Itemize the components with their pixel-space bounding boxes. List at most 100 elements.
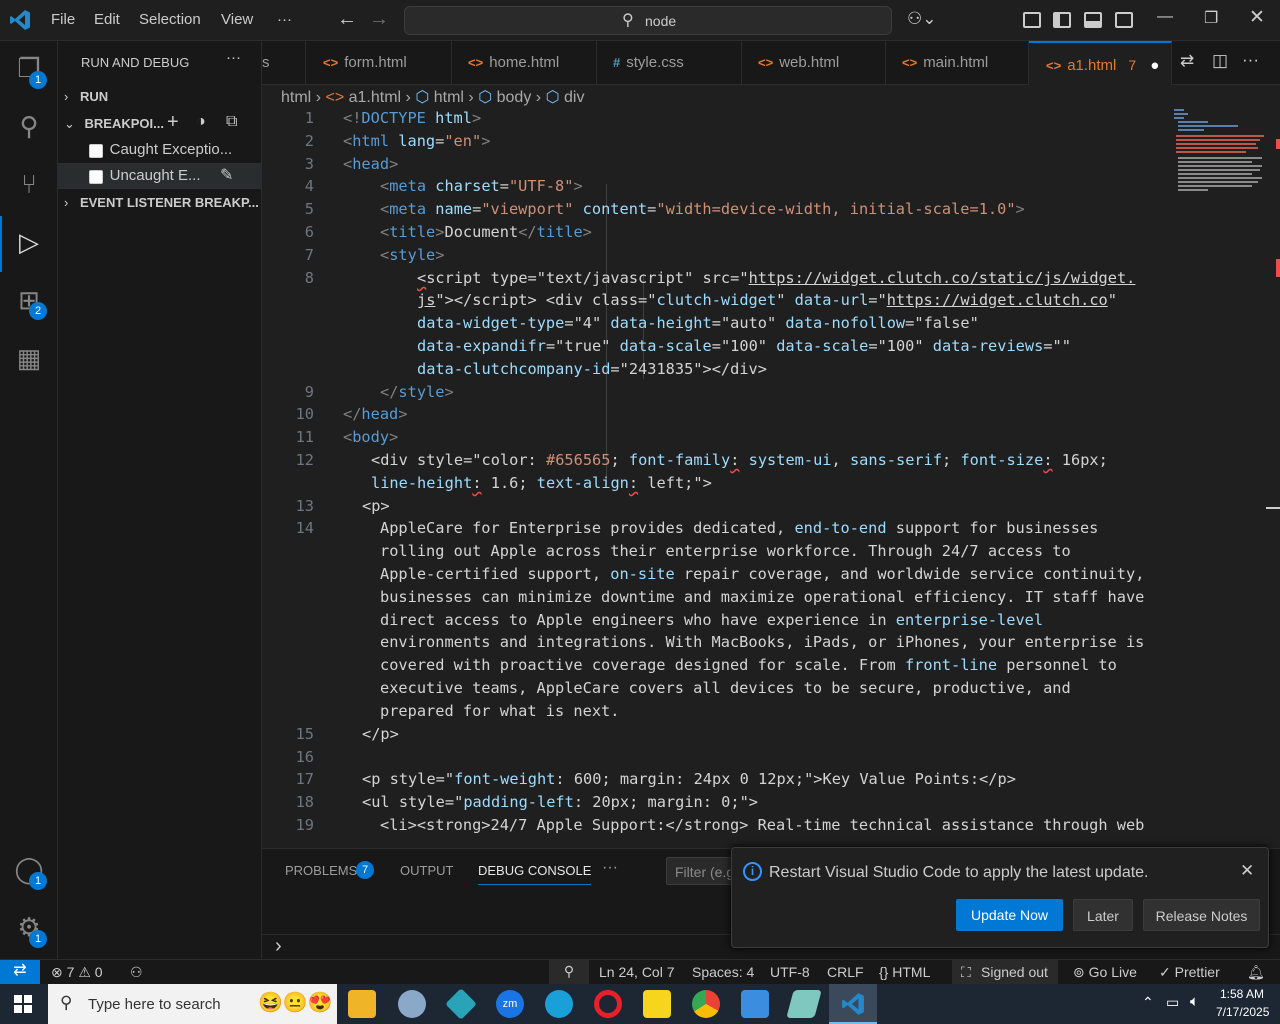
file-explorer-icon[interactable] [348, 990, 376, 1018]
encoding[interactable]: UTF-8 [770, 964, 810, 980]
tab-main-html[interactable]: <> main.html [886, 41, 1029, 85]
menu-more[interactable]: ··· [277, 11, 292, 28]
command-center-search[interactable]: ⚲ node [404, 6, 892, 35]
compare-changes-icon[interactable]: ⇄ [1180, 51, 1194, 71]
tab-output[interactable]: OUTPUT [400, 863, 453, 878]
split-editor-icon[interactable]: ◫ [1212, 51, 1228, 71]
clock-date[interactable]: 7/17/2025 [1216, 1005, 1269, 1019]
tab-form-html[interactable]: <> form.html [306, 41, 452, 85]
breadcrumb-item[interactable]: body [497, 89, 532, 106]
toggle-secondary-sidebar-icon[interactable] [1115, 12, 1133, 28]
minimize-icon[interactable]: — [1157, 8, 1173, 26]
html-file-icon: <> [323, 55, 339, 70]
network-icon[interactable]: ▭ [1166, 994, 1179, 1011]
sticky-notes-icon[interactable] [643, 990, 671, 1018]
run-debug-icon[interactable]: ▷ [14, 227, 44, 257]
update-now-button[interactable]: Update Now [956, 899, 1063, 931]
opera-icon[interactable] [594, 990, 622, 1018]
chevron-up-icon[interactable]: ⌃ [1142, 994, 1154, 1011]
search-activity-icon[interactable]: ⚲ [14, 111, 44, 141]
remote-indicator-icon[interactable]: ⇄ [0, 960, 40, 984]
later-button[interactable]: Later [1073, 899, 1133, 931]
customize-layout-icon[interactable] [1023, 12, 1041, 28]
line-number: 1 [304, 109, 314, 127]
photos-icon[interactable] [741, 990, 769, 1018]
remove-all-breakpoints-icon[interactable]: ⧉ [226, 113, 237, 131]
zoom-icon[interactable]: ⚲ [549, 960, 589, 984]
breadcrumb-item[interactable]: html [434, 89, 464, 106]
editor-more-icon[interactable]: ··· [1242, 50, 1259, 70]
back-arrow-icon[interactable]: ← [337, 8, 357, 31]
taskbar-search[interactable]: ⚲ Type here to search 😆😐😍 [48, 984, 337, 1024]
modified-dot-icon[interactable]: ● [1150, 57, 1159, 74]
sidebar-more-button[interactable]: ··· [226, 49, 241, 66]
restore-icon[interactable]: ❐ [1204, 8, 1218, 28]
tab-a1-html[interactable]: <> a1.html 7 ● [1029, 41, 1172, 85]
tab-problems[interactable]: PROBLEMS [285, 863, 357, 878]
app-icon[interactable] [786, 990, 822, 1018]
menu-edit[interactable]: Edit [94, 11, 120, 28]
zoom-app-icon[interactable]: zm [496, 990, 524, 1018]
forward-arrow-icon[interactable]: → [369, 8, 389, 31]
console-prompt[interactable]: › [275, 935, 282, 958]
edge-icon[interactable] [545, 990, 573, 1018]
indentation[interactable]: Spaces: 4 [692, 964, 754, 980]
menu-view[interactable]: View [221, 11, 253, 28]
account-status[interactable]: ⛶ Signed out [952, 960, 1058, 984]
caught-exceptions-row[interactable]: Caught Exceptio... [58, 137, 262, 163]
close-notification-icon[interactable]: ✕ [1240, 861, 1254, 881]
code-editor[interactable]: 1 2 3 4 5 6 7 8 9 10 11 12 13 14 15 16 17 18 19 <!DOCTYPE … [262, 109, 1168, 848]
go-live[interactable]: ⊚ Go Live [1073, 964, 1137, 981]
app-icon[interactable] [398, 990, 426, 1018]
warning-icon: ⚠ [78, 964, 91, 980]
add-breakpoint-icon[interactable]: + [167, 111, 179, 134]
language-mode[interactable]: {} HTML [879, 964, 930, 980]
editor-scrollbar[interactable] [1266, 109, 1280, 848]
code-line: <body> [343, 428, 399, 446]
code-line: <div style="color: #656565; font-family:… [371, 451, 1108, 469]
edit-condition-pencil-icon[interactable]: ✎ [220, 165, 233, 185]
source-control-icon[interactable]: ⑂ [14, 169, 44, 199]
tab-style-css[interactable]: # style.css [597, 41, 742, 85]
run-debug-sidebar: RUN AND DEBUG ··· › RUN ⌄ BREAKPOI... + … [58, 41, 262, 959]
panel-more[interactable]: ··· [602, 859, 618, 877]
windows-start-icon[interactable] [14, 995, 32, 1013]
release-notes-button[interactable]: Release Notes [1143, 899, 1260, 931]
uncaught-checkbox[interactable] [89, 169, 103, 184]
close-window-icon[interactable]: ✕ [1249, 6, 1265, 29]
notifications-bell-icon[interactable]: 🔔︎ [1247, 964, 1265, 981]
menu-file[interactable]: File [51, 11, 75, 28]
element-icon: ⬡ [415, 89, 430, 106]
tab-home-html[interactable]: <> home.html [452, 41, 597, 85]
toggle-breakpoints-icon[interactable]: ◑ [196, 113, 206, 131]
vscode-taskbar-button[interactable] [829, 984, 877, 1024]
cursor-position[interactable]: Ln 24, Col 7 [599, 964, 675, 980]
info-icon: i [743, 862, 762, 881]
problems-status[interactable]: ⊗ 7 ⚠ 0 [51, 964, 103, 981]
remote-explorer-icon[interactable]: ▦ [14, 343, 44, 373]
menu-selection[interactable]: Selection [139, 11, 201, 28]
volume-icon[interactable]: 🔈︎ [1190, 993, 1199, 1010]
line-number: 19 [295, 816, 314, 834]
run-section[interactable]: › RUN [58, 84, 262, 110]
braces-icon: {} [879, 964, 889, 980]
chrome-icon[interactable] [692, 990, 720, 1018]
event-listener-section[interactable]: › EVENT LISTENER BREAKP... [58, 190, 262, 216]
tab-debug-console[interactable]: DEBUG CONSOLE [478, 863, 592, 885]
toggle-panel-icon[interactable] [1084, 12, 1102, 28]
toggle-sidebar-icon[interactable] [1053, 12, 1071, 28]
minimap[interactable] [1172, 109, 1266, 199]
app-icon[interactable] [445, 988, 477, 1020]
copilot-icon[interactable]: ⚇⌄ [907, 9, 936, 29]
breadcrumb-item[interactable]: a1.html [349, 89, 401, 106]
eol[interactable]: CRLF [827, 964, 864, 980]
line-number: 3 [304, 155, 314, 173]
tab-web-html[interactable]: <> web.html [742, 41, 886, 85]
clock-time[interactable]: 1:58 AM [1220, 987, 1264, 1001]
tab-partial[interactable]: s [262, 41, 306, 85]
prettier[interactable]: ✓ Prettier [1159, 964, 1220, 981]
debug-attach-icon[interactable]: ⚇ [130, 964, 143, 981]
breadcrumb-item[interactable]: html [281, 89, 311, 106]
caught-checkbox[interactable] [89, 143, 103, 158]
breadcrumb-item[interactable]: div [564, 89, 584, 106]
